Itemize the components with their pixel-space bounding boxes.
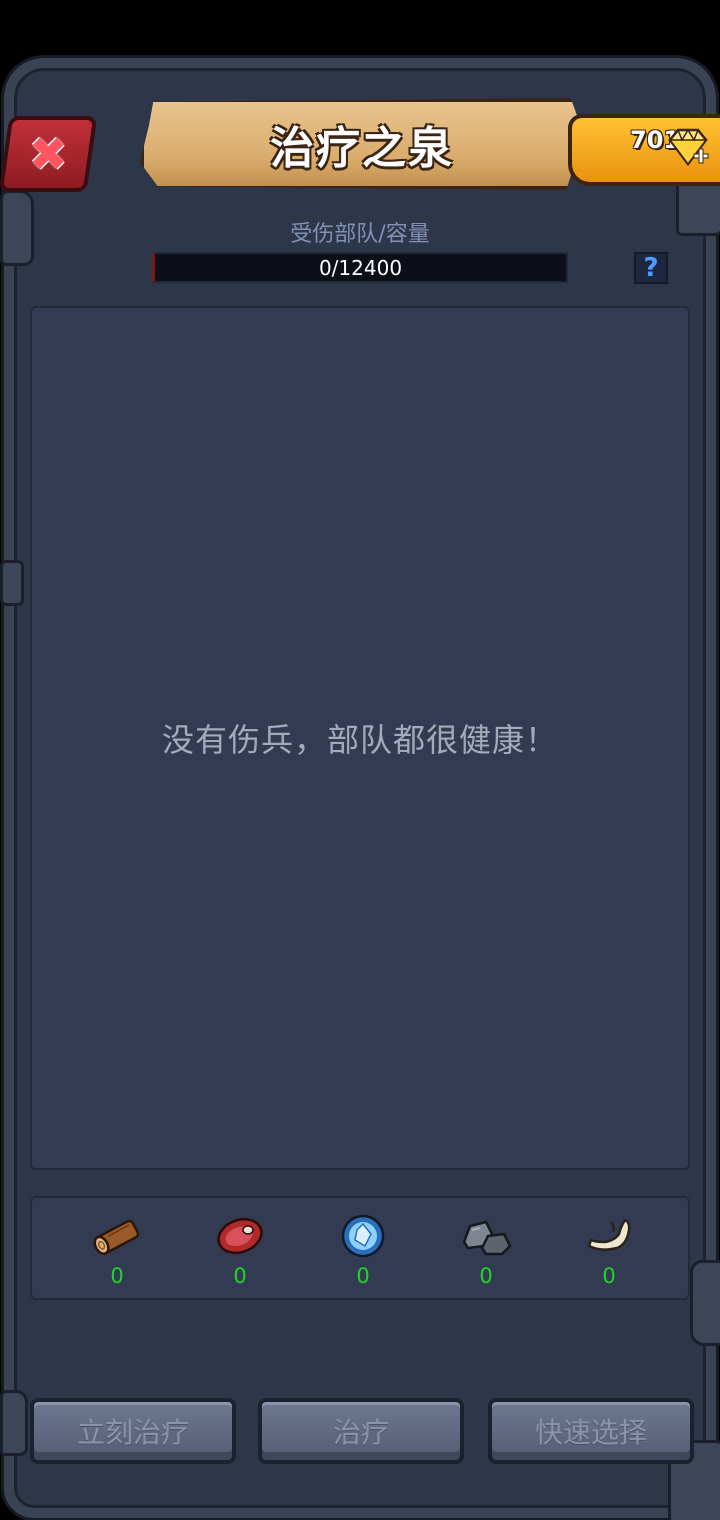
close-button[interactable]: ✖: [0, 116, 98, 192]
help-button[interactable]: ?: [634, 252, 668, 284]
resource-amount: 0: [233, 1264, 247, 1288]
resource-meat: 0: [200, 1212, 280, 1288]
diamond-plus-icon[interactable]: [666, 126, 710, 170]
capacity-value: 0/12400: [318, 255, 403, 280]
crystal-icon: [341, 1214, 385, 1258]
page-title: 治疗之泉: [270, 123, 454, 174]
stone-icon: [462, 1220, 512, 1256]
instant-heal-button[interactable]: 立刻治疗: [30, 1398, 236, 1464]
resource-amount: 0: [110, 1264, 124, 1288]
meat-icon: [217, 1217, 263, 1255]
resource-amount: 0: [356, 1264, 370, 1288]
empty-state-message: 没有伤兵，部队都很健康！: [161, 721, 558, 759]
resource-amount: 0: [602, 1264, 616, 1288]
resource-stone: 0: [446, 1212, 526, 1288]
wood-icon: [93, 1219, 140, 1256]
healing-spring-screen: ✖ 治疗之泉 701 受伤部队/容量 0/12400 ? 没有伤兵，部队都很健康…: [0, 0, 720, 1520]
status-bar: [0, 0, 720, 56]
capacity-label: 受伤部队/容量: [290, 222, 430, 247]
bone-icon: [587, 1218, 631, 1251]
resource-wood: 0: [77, 1212, 157, 1288]
resource-cost-panel: 0 0 0 0 0: [30, 1196, 690, 1300]
frame-rock: [0, 1390, 28, 1456]
title-banner: 治疗之泉: [140, 98, 584, 190]
resource-bone: 0: [569, 1212, 649, 1288]
heal-button[interactable]: 治疗: [258, 1398, 464, 1464]
wounded-troops-list: 没有伤兵，部队都很健康！: [30, 306, 690, 1170]
resource-crystal: 0: [323, 1212, 403, 1288]
capacity-progress-bar: 0/12400: [152, 252, 568, 283]
close-x-icon: ✖: [28, 127, 68, 181]
frame-rock: [690, 1260, 720, 1346]
resource-amount: 0: [479, 1264, 493, 1288]
quick-select-button[interactable]: 快速选择: [488, 1398, 694, 1464]
frame-rock: [0, 560, 24, 606]
